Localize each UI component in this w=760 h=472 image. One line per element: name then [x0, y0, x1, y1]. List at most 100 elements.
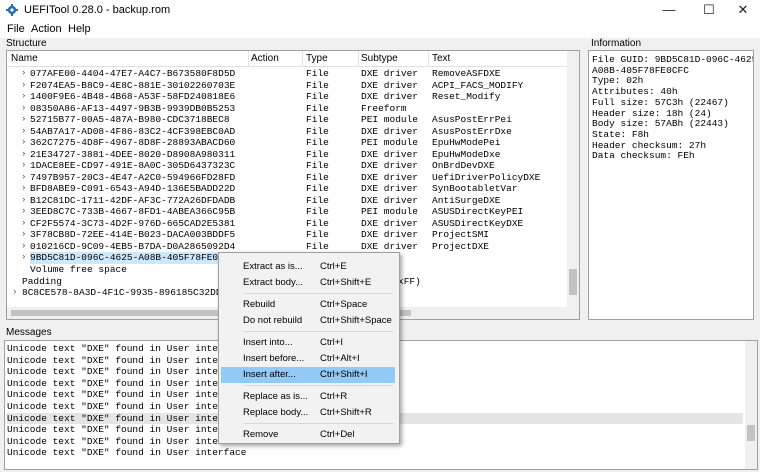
menu-file[interactable]: File — [7, 23, 25, 35]
menu-item-remove[interactable]: Remove Ctrl+Del — [221, 427, 395, 443]
tree-row[interactable]: › 7497B957-20C3-4E47-A2C0-594966FD28FD Fil… — [7, 172, 567, 184]
tree-row-text: EpuHwModeDxe — [432, 148, 501, 160]
chevron-right-icon[interactable]: › — [21, 206, 26, 218]
chevron-right-icon[interactable]: › — [21, 91, 26, 103]
chevron-right-icon[interactable]: › — [21, 80, 26, 92]
chevron-right-icon[interactable]: › — [21, 114, 26, 126]
tree-row[interactable]: › 21E34727-3881-4DEE-8020-D8908A980311 Fil… — [7, 149, 567, 161]
tree-row-subtype: DXE driver — [361, 171, 419, 183]
menu-item-replace-body[interactable]: Replace body... Ctrl+Shift+R — [221, 405, 395, 421]
title-bar: UEFITool 0.28.0 - backup.rom — ☐ ✕ — [0, 0, 760, 20]
chevron-right-icon[interactable]: › — [21, 149, 26, 161]
column-divider[interactable] — [302, 51, 303, 66]
column-name[interactable]: Name — [11, 53, 38, 64]
chevron-right-icon[interactable]: › — [21, 68, 26, 80]
scrollbar-thumb[interactable] — [569, 269, 577, 295]
menu-item-shortcut: Ctrl+Alt+I — [320, 353, 360, 364]
tree-row[interactable]: › 3EED8C7C-733B-4667-8FD1-4ABEA366C95B Fil… — [7, 206, 567, 218]
panel-splitter[interactable] — [582, 40, 585, 320]
menu-item-rebuild[interactable]: Rebuild Ctrl+Space — [221, 297, 395, 313]
column-divider[interactable] — [358, 51, 359, 66]
tree-row[interactable]: › 077AFE00-4404-47E7-A4C7-B673580F8D5D Fil… — [7, 68, 567, 80]
menu-item-extract-body[interactable]: Extract body... Ctrl+Shift+E — [221, 275, 395, 291]
column-text[interactable]: Text — [432, 53, 450, 64]
tree-row-text: RemoveASFDXE — [432, 68, 501, 79]
chevron-right-icon[interactable]: › — [21, 241, 26, 253]
tree-row[interactable]: › 362C7275-4D8F-4967-8D8F-28893ABACD60 Fil… — [7, 137, 567, 149]
tree-row-text: SynBootabletVar — [432, 183, 518, 194]
menu-item-shortcut: Ctrl+E — [320, 261, 347, 272]
chevron-right-icon[interactable]: › — [21, 252, 26, 264]
tree-row-type: File — [306, 194, 329, 206]
chevron-right-icon[interactable]: › — [21, 103, 26, 115]
menu-help[interactable]: Help — [68, 23, 91, 35]
tree-row[interactable]: › 1DACE8EE-CD97-491E-8A0C-305D6437323C Fil… — [7, 160, 567, 172]
maximize-button[interactable]: ☐ — [692, 0, 726, 20]
menu-item-do-not-rebuild[interactable]: Do not rebuild Ctrl+Shift+Space — [221, 313, 395, 329]
tree-row-subtype: DXE driver — [361, 160, 419, 171]
tree-row-type: File — [306, 183, 329, 194]
structure-label: Structure — [6, 38, 47, 49]
tree-row[interactable]: › BFD8ABE9-C091-6543-A94D-136E5BADD22D Fil… — [7, 183, 567, 195]
menu-item-insert-before[interactable]: Insert before... Ctrl+Alt+I — [221, 351, 395, 367]
tree-row-subtype: Freeform — [361, 102, 407, 114]
menu-action[interactable]: Action — [31, 23, 62, 35]
tree-row[interactable]: › F2074EA5-B8C9-4E8C-881E-30102260703E Fil… — [7, 80, 567, 92]
tree-row[interactable]: › 1400F9E6-4B48-4B68-A53F-58FD240818E6 Fil… — [7, 91, 567, 103]
menu-item-shortcut: Ctrl+Shift+I — [320, 369, 368, 380]
info-line: Full size: 57C3h (22467) — [592, 96, 729, 108]
chevron-right-icon[interactable]: › — [21, 218, 26, 230]
scrollbar-thumb[interactable] — [747, 425, 755, 441]
tree-vertical-scrollbar[interactable] — [567, 51, 579, 319]
menu-item-label: Rebuild — [243, 299, 276, 310]
tree-row-name: 362C7275-4D8F-4967-8D8F-28893ABACD60 — [30, 137, 236, 148]
chevron-right-icon[interactable]: › — [21, 195, 26, 207]
chevron-right-icon[interactable]: › — [21, 160, 26, 172]
minimize-button[interactable]: — — [652, 0, 686, 20]
chevron-right-icon[interactable]: › — [21, 229, 26, 241]
tree-row-text: EpuHwModePei — [432, 137, 501, 148]
tree-row-name: 52715B77-00A5-487A-B980-CDC3718BEC8 — [30, 114, 230, 125]
tree-row[interactable]: › 08350A86-AF13-4497-9B3B-9939DB0B5253 Fil… — [7, 103, 567, 115]
column-divider[interactable] — [428, 51, 429, 66]
tree-row-subtype: DXE driver — [361, 229, 419, 240]
column-type[interactable]: Type — [306, 53, 328, 64]
menu-item-extract-as-is[interactable]: Extract as is... Ctrl+E — [221, 259, 395, 275]
chevron-right-icon[interactable]: › — [12, 287, 17, 299]
tree-row-name: 010216CD-9C09-4EB5-B7DA-D0A2865092D4 — [30, 240, 236, 252]
tree-row[interactable]: › 3F78CB8D-72EE-414E-B023-DACA003BDDF5 Fil… — [7, 229, 567, 241]
tree-row[interactable]: › 52715B77-00A5-487A-B980-CDC3718BEC8 File… — [7, 114, 567, 126]
tree-row-name: 1400F9E6-4B48-4B68-A53F-58FD240818E6 — [30, 91, 236, 102]
menu-item-insert-after[interactable]: Insert after... Ctrl+Shift+I — [221, 367, 395, 383]
tree-row-name: 1DACE8EE-CD97-491E-8A0C-305D6437323C — [30, 160, 236, 171]
chevron-right-icon[interactable]: › — [21, 137, 26, 149]
menu-item-replace-as-is[interactable]: Replace as is... Ctrl+R — [221, 389, 395, 405]
tree-row-type: File — [306, 148, 329, 160]
chevron-right-icon[interactable]: › — [21, 126, 26, 138]
column-subtype[interactable]: Subtype — [361, 53, 398, 64]
menu-item-shortcut: Ctrl+Shift+Space — [320, 315, 392, 326]
window-title: UEFITool 0.28.0 - backup.rom — [24, 4, 171, 16]
close-button[interactable]: ✕ — [726, 0, 760, 20]
tree-row[interactable]: › 54AB7A17-AD08-4F86-83C2-4CF398EBC0AD Fil… — [7, 126, 567, 138]
tree-row-subtype: DXE driver — [361, 217, 419, 229]
tree-row-name: CF2F5574-3C73-4D2F-976D-665CAD2E5381 — [30, 217, 236, 229]
info-line: Body size: 57ABh (22443) — [592, 118, 729, 130]
tree-row-subtype: DXE driver — [361, 68, 419, 79]
column-action[interactable]: Action — [251, 53, 279, 64]
tree-row[interactable]: › B12C81DC-1711-42DF-AF3C-772A26DFDADB Fil… — [7, 195, 567, 207]
tree-row-type: File — [306, 206, 329, 217]
message-line[interactable]: Unicode text "DXE" found in User interfa… — [7, 447, 743, 459]
tree-row-name: Padding — [22, 275, 62, 287]
information-panel: File GUID: 9BD5C81D-096C-4625- A08B-405F7… — [588, 50, 754, 320]
menu-item-label: Extract body... — [243, 277, 304, 288]
menu-item-insert-into[interactable]: Insert into... Ctrl+I — [221, 335, 395, 351]
chevron-right-icon[interactable]: › — [21, 172, 26, 184]
tree-row[interactable]: › 010216CD-9C09-4EB5-B7DA-D0A2865092D4 Fil… — [7, 241, 567, 253]
tree-row-text: ASUSDirectKeyPEI — [432, 206, 524, 217]
tree-row-subtype: PEI module — [361, 114, 419, 125]
tree-row[interactable]: › CF2F5574-3C73-4D2F-976D-665CAD2E5381 Fil… — [7, 218, 567, 230]
messages-vertical-scrollbar[interactable] — [745, 341, 757, 469]
chevron-right-icon[interactable]: › — [21, 183, 26, 195]
column-divider[interactable] — [248, 51, 249, 66]
